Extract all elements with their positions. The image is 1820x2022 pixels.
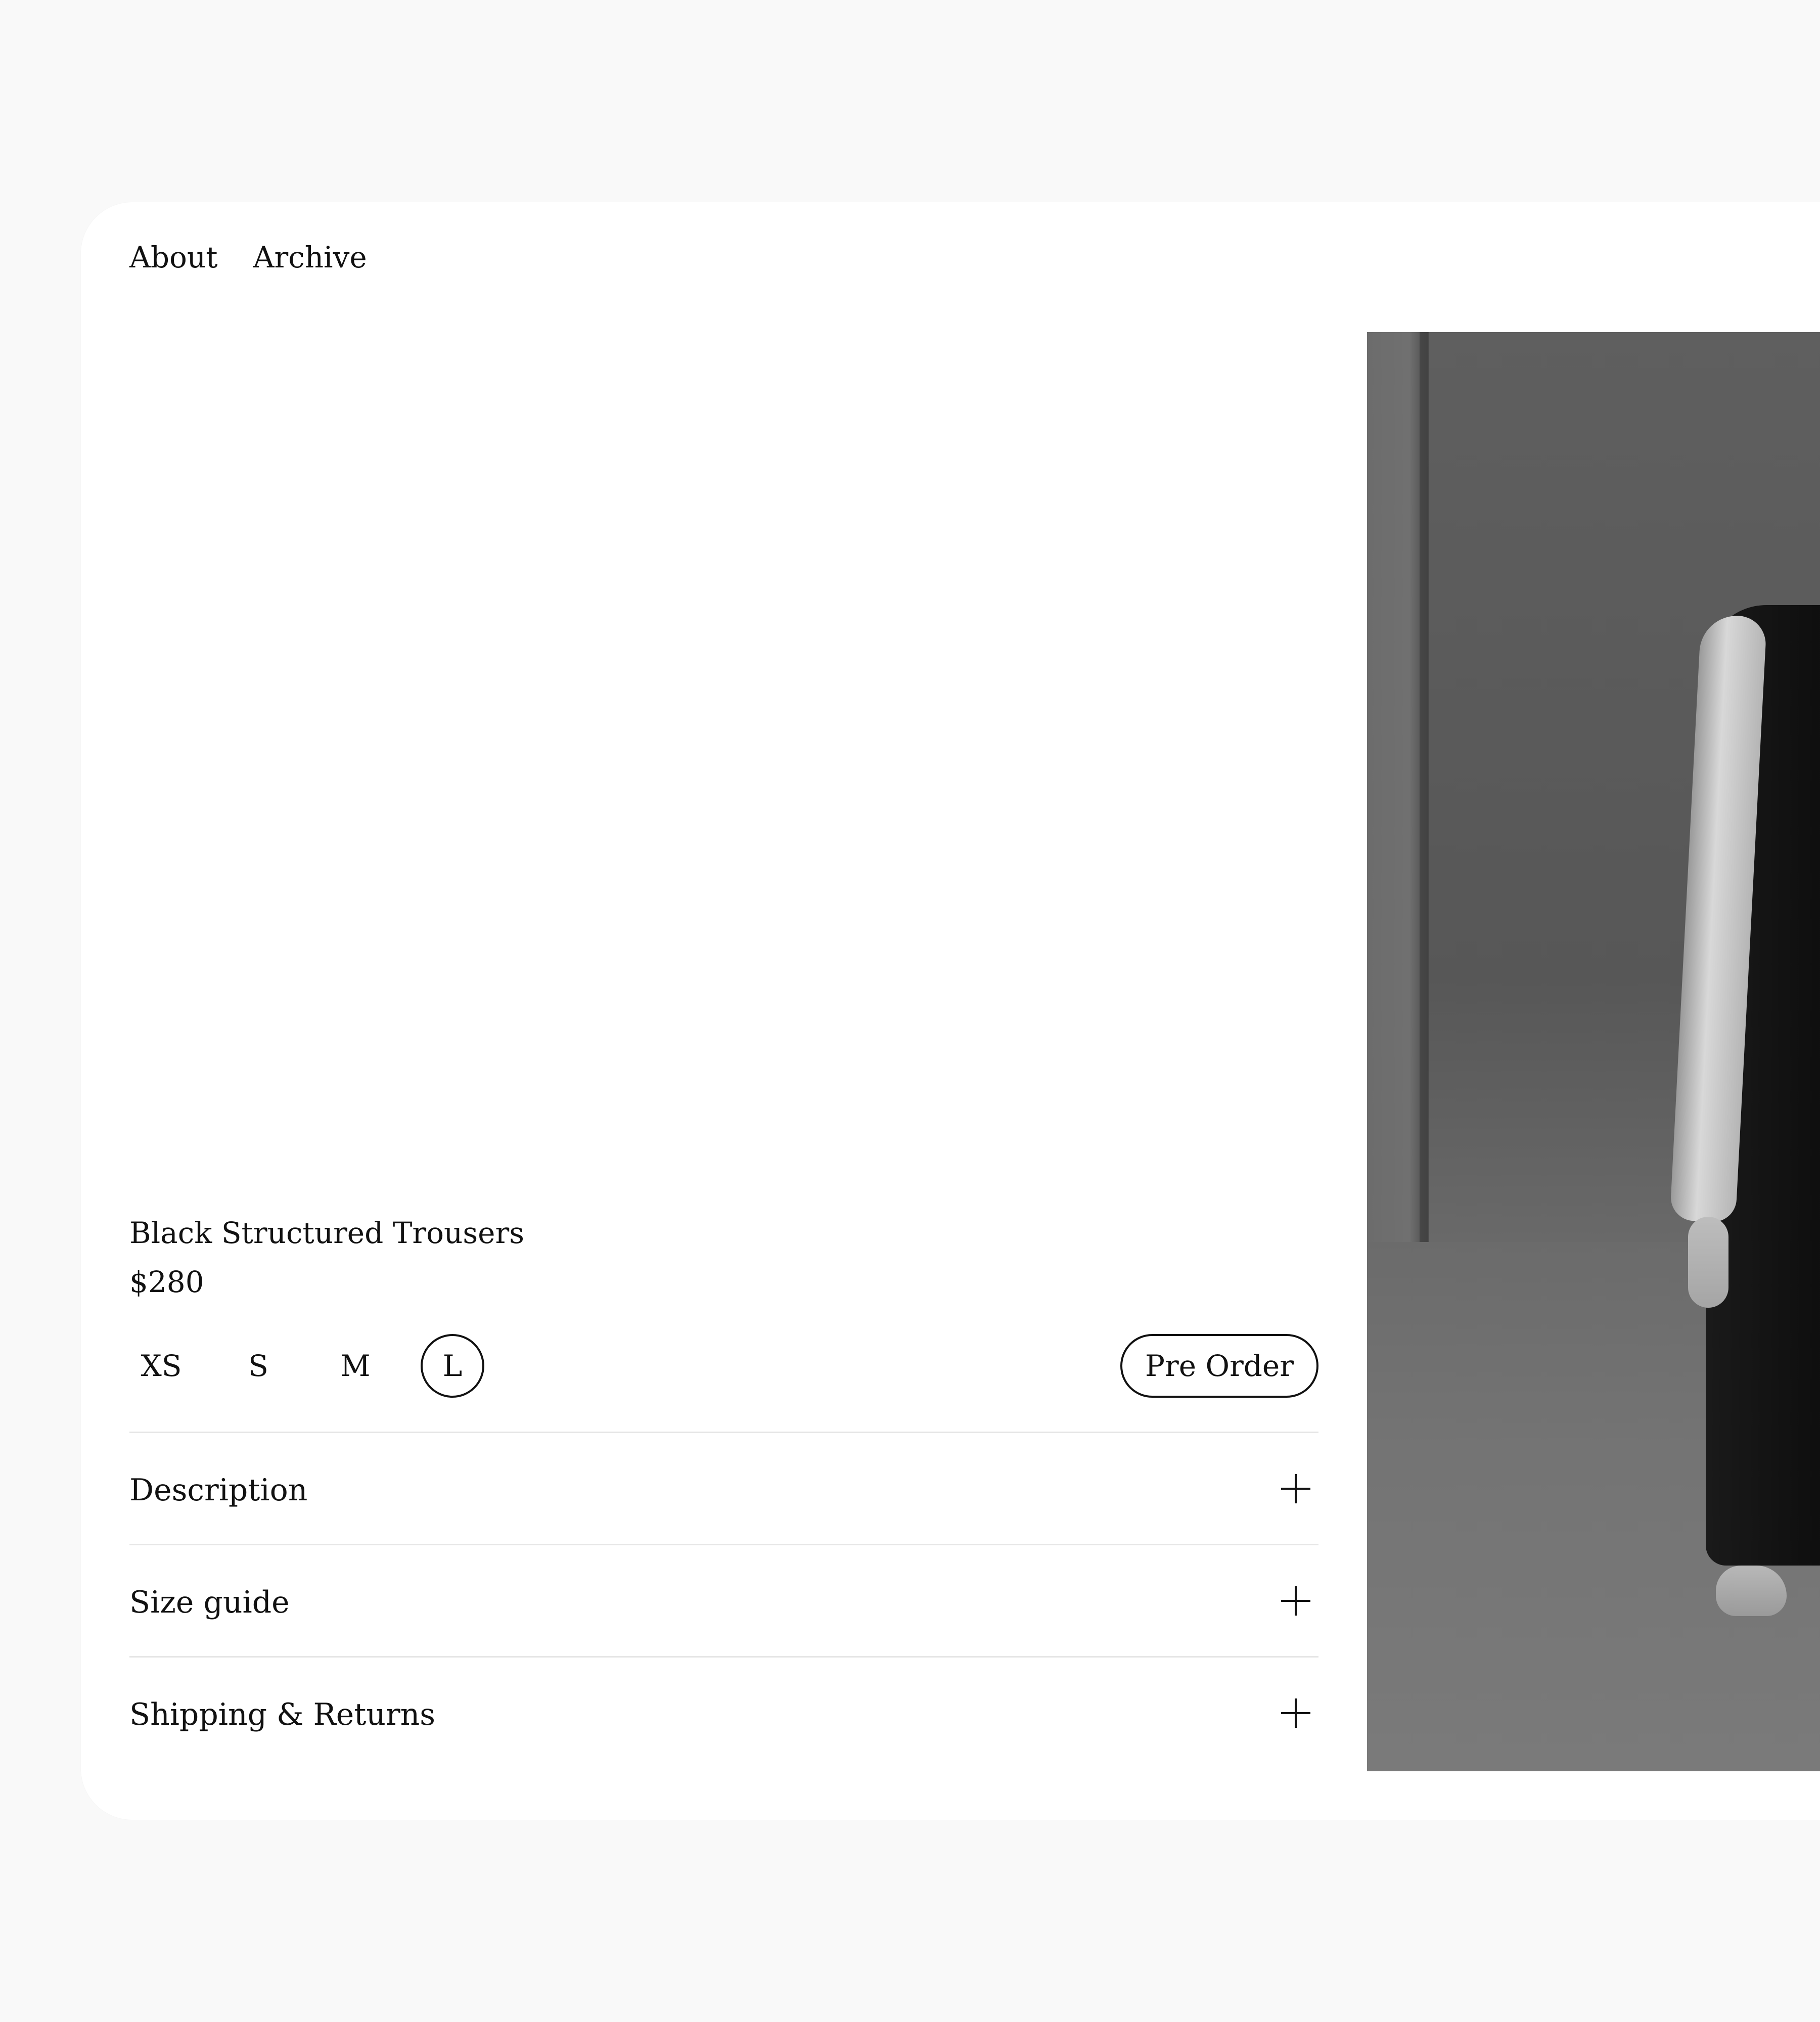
accordion-size-guide-label: Size guide <box>129 1584 290 1620</box>
accordion-shipping-returns-label: Shipping & Returns <box>129 1696 436 1732</box>
product-card: About Archive Black Structured Trousers … <box>81 202 1820 1820</box>
plus-icon[interactable] <box>1281 1586 1310 1616</box>
size-option-l[interactable]: L <box>421 1334 484 1398</box>
size-option-s[interactable]: S <box>226 1334 290 1398</box>
plus-icon[interactable] <box>1281 1474 1310 1503</box>
pre-order-button[interactable]: Pre Order <box>1120 1334 1318 1398</box>
nav-link-archive[interactable]: Archive <box>253 243 367 272</box>
product-photo <box>1367 332 1820 1771</box>
size-option-m[interactable]: M <box>324 1334 387 1398</box>
accordion-description-label: Description <box>129 1472 308 1508</box>
product-title: Black Structured Trousers <box>129 1216 524 1250</box>
photo-backdrop-left <box>1367 332 1428 1318</box>
plus-icon[interactable] <box>1281 1698 1310 1728</box>
nav-link-about[interactable]: About <box>129 243 218 272</box>
top-nav: About Archive <box>129 243 367 272</box>
accordion-description[interactable]: Description <box>129 1432 1318 1544</box>
accordion-size-guide[interactable]: Size guide <box>129 1544 1318 1656</box>
model-hand <box>1688 1217 1728 1308</box>
size-option-xs[interactable]: XS <box>129 1334 193 1398</box>
model-foot <box>1716 1566 1787 1616</box>
size-selector: XS S M L <box>129 1334 484 1398</box>
accordion-shipping-returns[interactable]: Shipping & Returns <box>129 1656 1318 1768</box>
product-price: $280 <box>129 1265 204 1299</box>
photo-backdrop-edge <box>1420 332 1429 1267</box>
product-accordion: Description Size guide Shipping & Return… <box>129 1432 1318 1768</box>
